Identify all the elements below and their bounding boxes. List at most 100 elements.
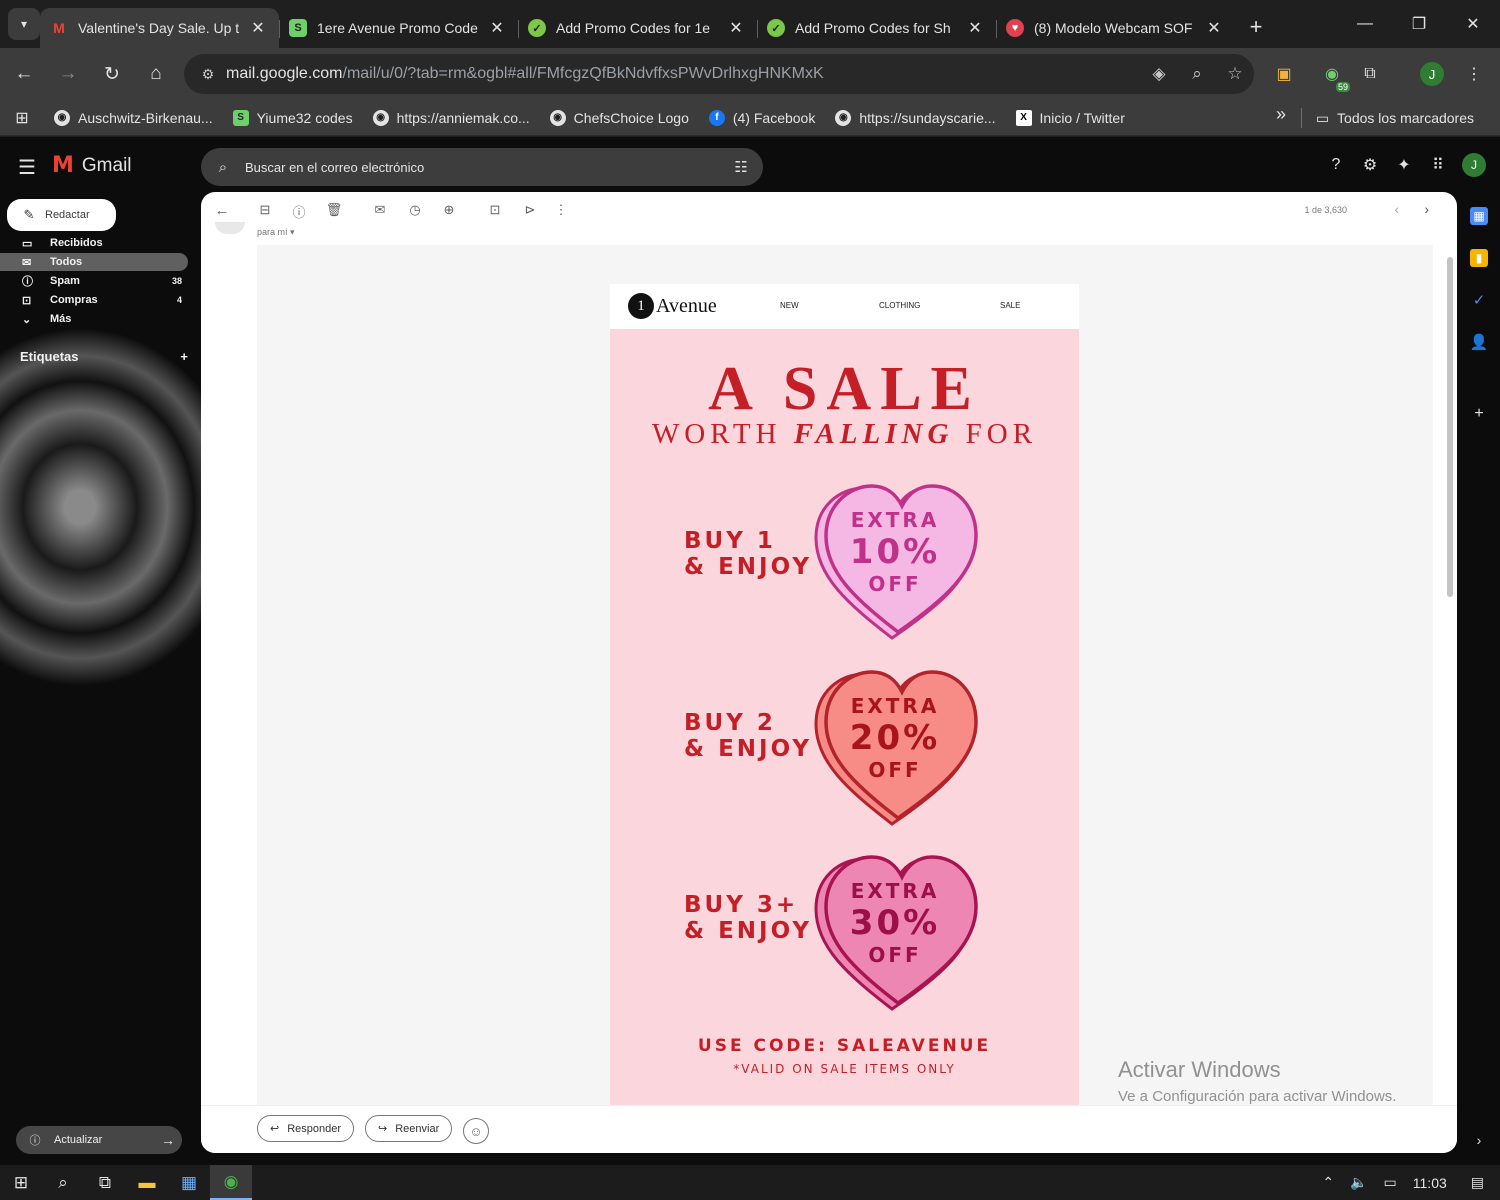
tasks-icon[interactable]: ✓ [1470, 291, 1488, 309]
close-icon[interactable]: ✕ [488, 18, 506, 38]
lens-icon[interactable]: ◈ [1140, 64, 1178, 84]
minimize-icon[interactable]: — [1338, 0, 1392, 48]
extension-badge-icon[interactable]: ◉ 59 [1316, 58, 1350, 92]
tab-gmail[interactable]: M Valentine's Day Sale. Up t ✕ [40, 8, 279, 48]
nav-link-sale[interactable]: SALE [1000, 301, 1020, 310]
bookmark-item[interactable]: ◉ ChefsChoice Logo [540, 104, 699, 132]
recipient-dropdown[interactable]: para mí ▾ [257, 227, 295, 238]
archive-icon[interactable]: ⊟ [256, 202, 274, 218]
label-icon[interactable]: ⊳ [521, 202, 539, 218]
move-to-icon[interactable]: ⊡ [486, 202, 504, 218]
search-icon[interactable]: ⌕ [201, 159, 245, 176]
forward-icon[interactable]: → [48, 54, 88, 94]
main-menu-icon[interactable]: ☰ [18, 155, 36, 180]
clock[interactable]: 11:03 [1405, 1175, 1455, 1191]
bookmark-item[interactable]: ◉ https://sundayscarie... [825, 104, 1005, 132]
help-icon[interactable]: ? [1326, 156, 1346, 174]
chrome-icon[interactable]: ◉ [210, 1165, 252, 1200]
bookmark-item[interactable]: ◉ https://anniemak.co... [363, 104, 540, 132]
profile-avatar[interactable]: J [1416, 58, 1448, 90]
brand-logo[interactable]: 1 Avenue [628, 293, 717, 319]
nav-link-clothing[interactable]: CLOTHING [879, 301, 920, 310]
file-explorer-icon[interactable]: ▬ [126, 1165, 168, 1200]
expand-panel-icon[interactable]: › [1470, 1131, 1488, 1149]
calendar-icon[interactable]: ▦ [1470, 207, 1488, 225]
search-input[interactable]: Buscar en el correo electrónico [245, 160, 719, 175]
tab-add-promo-2[interactable]: ✓ Add Promo Codes for Sh ✕ [757, 8, 996, 48]
chevron-right-icon[interactable]: › [1424, 201, 1429, 217]
add-task-icon[interactable]: ⊕ [440, 202, 458, 218]
sidebar-item-shopping[interactable]: ⊡ Compras 4 [0, 291, 188, 309]
network-icon[interactable]: ▭ [1376, 1174, 1405, 1191]
heart-badge[interactable]: EXTRA 20% OFF [810, 666, 980, 831]
heart-badge[interactable]: EXTRA 30% OFF [810, 851, 980, 1016]
notifications-icon[interactable]: ▤ [1455, 1174, 1500, 1191]
restore-icon[interactable]: ❐ [1392, 0, 1446, 48]
tab-1ere-avenue[interactable]: S 1ere Avenue Promo Code ✕ [279, 8, 518, 48]
all-bookmarks-folder[interactable]: ▭ Todos los marcadores [1306, 104, 1484, 132]
volume-icon[interactable]: 🔈 [1342, 1174, 1375, 1191]
reload-icon[interactable]: ↻ [92, 54, 132, 94]
bookmark-item[interactable]: X Inicio / Twitter [1006, 104, 1135, 132]
update-button[interactable]: ⓘ Actualizar → [16, 1126, 182, 1154]
tab-add-promo-1[interactable]: ✓ Add Promo Codes for 1e ✕ [518, 8, 757, 48]
gemini-sparkle-icon[interactable]: ✦ [1394, 155, 1414, 175]
apps-grid-icon[interactable]: ⠿ [1428, 155, 1448, 175]
compose-button[interactable]: ✎ Redactar [7, 199, 116, 231]
reply-button[interactable]: ↩ Responder [257, 1115, 355, 1142]
search-icon[interactable]: ⌕ [42, 1165, 84, 1200]
extensions-puzzle-icon[interactable]: ⧉ [1354, 58, 1386, 90]
close-icon[interactable]: ✕ [249, 18, 267, 38]
search-bar[interactable]: ⌕ Buscar en el correo electrónico ☷ [201, 148, 763, 186]
emoji-reaction-icon[interactable]: ☺ [463, 1118, 489, 1144]
windows-start-icon[interactable]: ⊞ [0, 1165, 42, 1200]
chevron-left-icon[interactable]: ‹ [1394, 201, 1399, 217]
store-icon[interactable]: ▦ [168, 1165, 210, 1200]
tab-search-button[interactable]: ▾ [8, 8, 40, 40]
forward-button[interactable]: ↪ Reenviar [365, 1115, 453, 1142]
chevron-up-icon[interactable]: ⌃ [1314, 1174, 1342, 1191]
new-tab-button[interactable]: + [1239, 14, 1273, 40]
bookmark-star-icon[interactable]: ☆ [1216, 64, 1254, 84]
bookmark-item[interactable]: f (4) Facebook [699, 104, 825, 132]
delete-icon[interactable]: 🗑 [325, 202, 343, 218]
back-icon[interactable]: ← [4, 54, 44, 94]
email-scrollbar[interactable] [1447, 257, 1453, 597]
apps-grid-icon[interactable]: ⊞ [0, 108, 44, 128]
account-avatar[interactable]: J [1462, 153, 1486, 177]
settings-gear-icon[interactable]: ⚙ [1360, 155, 1380, 175]
nav-link-new[interactable]: NEW [780, 301, 799, 310]
search-filters-icon[interactable]: ☷ [719, 158, 763, 176]
close-icon[interactable]: ✕ [727, 18, 745, 38]
url-text[interactable]: mail.google.com/mail/u/0/?tab=rm&ogbl#al… [226, 65, 1140, 83]
bookmark-item[interactable]: ◉ Auschwitz-Birkenau... [44, 104, 223, 132]
add-addon-icon[interactable]: + [1470, 405, 1488, 423]
sidebar-item-inbox[interactable]: ▭ Recibidos [0, 234, 188, 252]
mark-unread-icon[interactable]: ✉ [371, 202, 389, 218]
tab-modelo-webcam[interactable]: ♥ (8) Modelo Webcam SOF ✕ [996, 8, 1235, 48]
extension-icon[interactable]: ▣ [1268, 58, 1300, 90]
heart-badge[interactable]: EXTRA 10% OFF [810, 480, 980, 645]
back-to-list-icon[interactable]: ← [213, 202, 231, 219]
sidebar-item-spam[interactable]: ⓘ Spam 38 [0, 272, 188, 290]
home-icon[interactable]: ⌂ [136, 54, 176, 94]
report-spam-icon[interactable]: ⓘ [290, 202, 308, 221]
close-icon[interactable]: ✕ [966, 18, 984, 38]
gmail-logo[interactable]: M Gmail [52, 153, 132, 178]
more-bookmarks-icon[interactable]: » [1276, 104, 1286, 125]
more-menu-icon[interactable]: ⋮ [1458, 58, 1490, 90]
contacts-icon[interactable]: 👤 [1470, 333, 1489, 351]
keep-icon[interactable]: ▮ [1470, 249, 1488, 267]
sidebar-item-more[interactable]: ⌄ Más [0, 310, 188, 328]
snooze-icon[interactable]: ◷ [406, 202, 424, 218]
close-window-icon[interactable]: ✕ [1446, 0, 1500, 48]
sidebar-item-all-mail[interactable]: ✉ Todos [0, 253, 188, 271]
address-bar[interactable]: ⚙ mail.google.com/mail/u/0/?tab=rm&ogbl#… [184, 54, 1254, 94]
bookmark-item[interactable]: S Yiume32 codes [223, 104, 363, 132]
more-actions-icon[interactable]: ⋮ [552, 202, 570, 218]
zoom-icon[interactable]: ⌕ [1178, 64, 1216, 84]
site-info-icon[interactable]: ⚙ [190, 66, 226, 83]
task-view-icon[interactable]: ⧉ [84, 1165, 126, 1200]
add-label-icon[interactable]: + [180, 349, 188, 364]
close-icon[interactable]: ✕ [1205, 18, 1223, 38]
